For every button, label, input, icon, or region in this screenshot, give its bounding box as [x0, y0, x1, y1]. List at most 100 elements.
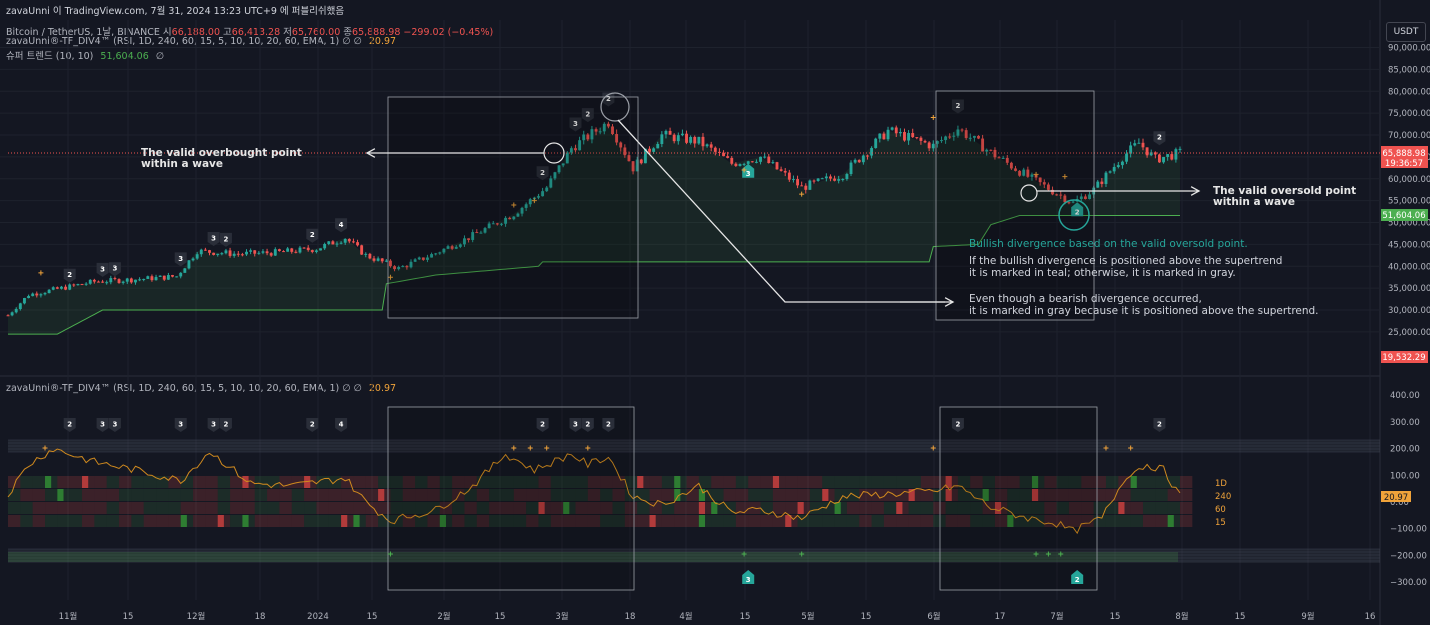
candle-body	[302, 247, 306, 249]
candle-body	[705, 144, 709, 147]
supertrend-badge-text: 51,604.06	[1382, 211, 1425, 221]
timeframe-cell	[883, 476, 897, 488]
timeframe-cell	[57, 476, 70, 488]
time-tick-label: 11월	[59, 611, 78, 622]
timeframe-cell	[1155, 502, 1168, 514]
timeframe-cell	[760, 476, 773, 488]
candle-body	[668, 130, 672, 135]
price-tick-label: 30,000.00	[1388, 306, 1430, 316]
price-tick-label: 25,000.00	[1388, 328, 1430, 338]
candle-body	[726, 156, 730, 158]
price-tick-label: 40,000.00	[1388, 262, 1430, 272]
timeframe-cell	[772, 502, 786, 514]
timeframe-cell	[341, 489, 354, 501]
candle-body	[6, 315, 10, 317]
candle-body	[113, 278, 117, 280]
candle-body	[88, 279, 92, 284]
timeframe-cell	[316, 515, 329, 527]
price-tick-label: 55,000.00	[1388, 197, 1430, 207]
timeframe-cell	[353, 476, 366, 488]
osc-divergence-label-text: 2	[955, 421, 960, 429]
candle-body	[142, 278, 146, 280]
timeframe-cell	[896, 476, 909, 488]
timeframe-cell	[193, 502, 206, 514]
timeframe-cell	[32, 515, 46, 527]
divergence-label-text: 4	[339, 221, 344, 229]
candle-body	[1170, 154, 1174, 160]
candle-body	[886, 129, 890, 140]
timeframe-cell	[304, 502, 317, 514]
divergence-label-text: 3	[211, 234, 216, 242]
candle-body	[97, 281, 100, 283]
candle-body	[319, 248, 322, 251]
osc-divergence-label-text: 3	[178, 421, 183, 429]
timeframe-signal	[57, 489, 64, 501]
candle-body	[80, 284, 84, 286]
osc-divergence-label-text: 3	[100, 421, 105, 429]
timeframe-cell	[119, 476, 132, 488]
candle-body	[903, 131, 906, 141]
osc-tick-label: 200.00	[1390, 445, 1420, 455]
divergence-label: 2	[306, 228, 319, 243]
timeframe-cell	[1155, 515, 1168, 527]
price-tick-label: 35,000.00	[1388, 284, 1430, 294]
price-tick-label: 85,000.00	[1388, 65, 1430, 75]
timeframe-cell	[883, 515, 897, 527]
timeframe-cell	[119, 502, 132, 514]
timeframe-cell	[785, 476, 798, 488]
timeframe-signal	[1118, 502, 1125, 514]
candle-body	[64, 286, 68, 290]
candle-body	[335, 243, 339, 245]
timeframe-cell	[106, 515, 120, 527]
timeframe-cell	[143, 502, 157, 514]
timeframe-cell	[1142, 502, 1156, 514]
timeframe-cell	[57, 515, 70, 527]
timeframe-cell	[846, 502, 860, 514]
candle-body	[1120, 161, 1124, 166]
timeframe-cell	[920, 489, 934, 501]
candle-body	[249, 250, 253, 252]
timeframe-cell	[69, 502, 83, 514]
divergence-label: 3	[207, 231, 220, 246]
candle-body	[680, 133, 684, 136]
timeframe-cell	[279, 515, 292, 527]
low-badge-text: 19,532.29	[1382, 353, 1425, 363]
candle-body	[730, 157, 734, 164]
timeframe-cell	[661, 476, 675, 488]
osc-tick-label: −300.00	[1390, 578, 1427, 588]
candle-body	[68, 284, 72, 290]
chart-canvas[interactable]: 90,000.00 85,000.00 80,000.00 75,000.00 70,0…	[0, 0, 1430, 625]
highlight-box	[387, 96, 639, 319]
timeframe-cell	[20, 502, 33, 514]
price-tick-label: 90,000.00	[1388, 44, 1430, 54]
time-tick-label: 8월	[1175, 611, 1188, 622]
divergence-label-text: 3	[178, 255, 183, 263]
timeframe-cell	[193, 476, 206, 488]
candle-body	[1133, 143, 1137, 146]
timeframe-cell	[69, 515, 83, 527]
timeframe-cell	[871, 502, 884, 514]
timeframe-cell	[143, 476, 157, 488]
timeframe-cell	[365, 515, 379, 527]
timeframe-cell	[45, 515, 58, 527]
timeframe-signal	[82, 476, 89, 488]
timeframe-cell	[809, 476, 823, 488]
candle-body	[1137, 142, 1141, 144]
price-tick-label: 60,000.00	[1388, 175, 1430, 185]
timeframe-cell	[143, 489, 157, 501]
timeframe-cell	[637, 502, 650, 514]
candle-body	[1112, 166, 1116, 172]
candle-body	[273, 249, 277, 256]
timeframe-cell	[279, 502, 292, 514]
candle-body	[138, 279, 142, 281]
timeframe-cell	[1105, 515, 1119, 527]
timeframe-cell	[242, 489, 255, 501]
timeframe-cell	[834, 476, 847, 488]
osc-bullish-text: 3	[746, 576, 751, 584]
time-tick-label: 15	[1235, 612, 1246, 622]
candle-body	[314, 250, 318, 252]
candle-body	[208, 250, 211, 253]
candle-body	[660, 134, 664, 145]
candle-body	[1116, 165, 1120, 167]
plus-marker	[930, 115, 936, 121]
